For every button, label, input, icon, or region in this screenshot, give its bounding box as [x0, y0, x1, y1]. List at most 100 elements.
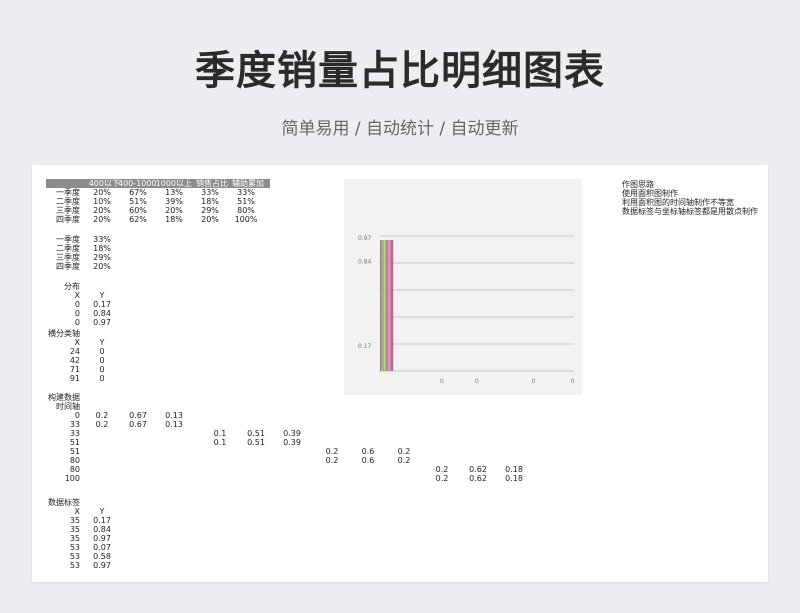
table-cell: 67%: [129, 188, 147, 197]
chart-y-tick-label: 0.84: [358, 259, 372, 266]
table-cell: 0.6: [361, 456, 375, 465]
table-cell: 0: [74, 318, 80, 327]
table-header-cell: 销售占比: [196, 179, 228, 188]
note-line: 使用面积图制作: [622, 189, 678, 198]
time-axis-cell: 0: [74, 411, 80, 420]
chart-area-segment: [385, 240, 387, 371]
time-axis-cell: 33: [69, 420, 80, 429]
table-cell: 0.13: [165, 420, 183, 429]
table-cell: 0.39: [283, 429, 301, 438]
area-chart[interactable]: 0.97 0.84 0.17 0 0 0 0: [344, 179, 582, 395]
table-cell: 13%: [165, 188, 183, 197]
note-line: 利用面积图的时间轴制作不等宽: [622, 198, 734, 207]
table-cell: 20%: [93, 262, 111, 271]
table-cell: 33%: [93, 235, 111, 244]
table-cell: 0.2: [397, 447, 411, 456]
table-cell: 0.39: [283, 438, 301, 447]
table-cell: 33%: [201, 188, 219, 197]
table-cell: 39%: [165, 197, 183, 206]
table-cell: 0.13: [165, 411, 183, 420]
table-cell: 0: [99, 365, 105, 374]
column-header: X: [74, 338, 80, 347]
note-line: 作图思路: [622, 180, 654, 189]
table-cell: 0.84: [93, 309, 111, 318]
table-cell: 0.2: [325, 447, 339, 456]
note-line: 数据标签与坐标轴标签都是用散点制作: [622, 207, 758, 216]
chart-area-segment: [380, 240, 382, 371]
table-cell: 0: [74, 300, 80, 309]
time-axis-cell: 80: [69, 465, 80, 474]
table-cell: 0.84: [93, 525, 111, 534]
time-axis-cell: 33: [69, 429, 80, 438]
table-cell: 53: [69, 543, 80, 552]
column-header: X: [74, 507, 80, 516]
section-title: 数据标签: [48, 498, 80, 507]
table-header-cell: 1000以上: [155, 179, 192, 188]
table-cell: 0.97: [93, 534, 111, 543]
table-cell: 0.1: [213, 438, 227, 447]
table-cell: 18%: [201, 197, 219, 206]
table-cell: 35: [69, 525, 80, 534]
table-cell: 0.97: [93, 318, 111, 327]
table-cell: 10%: [93, 197, 111, 206]
table-cell: 62%: [129, 215, 147, 224]
chart-x-tick-label: 0: [571, 378, 575, 385]
column-header: Y: [99, 291, 105, 300]
table-cell: 20%: [165, 206, 183, 215]
table-cell: 0.17: [93, 300, 111, 309]
time-axis-cell: 51: [69, 447, 80, 456]
table-cell: 0.67: [129, 411, 147, 420]
row-label: 二季度: [56, 197, 80, 206]
table-cell: 0.58: [93, 552, 111, 561]
table-cell: 71: [69, 365, 80, 374]
table-cell: 0.62: [469, 474, 487, 483]
spreadsheet-area: 400以下 400-1000 1000以上 销售占比 辅助累加 一季度 20% 67% 13% 3…: [32, 165, 768, 582]
chart-x-tick-label: 0: [475, 378, 479, 385]
time-axis-cell: 80: [69, 456, 80, 465]
row-label: 三季度: [56, 253, 80, 262]
chart-y-tick-label: 0.17: [358, 343, 372, 350]
table-cell: 29%: [93, 253, 111, 262]
page-subtitle: 简单易用 / 自动统计 / 自动更新: [281, 119, 519, 139]
table-cell: 51%: [129, 197, 147, 206]
chart-area-segment: [382, 240, 385, 371]
table-cell: 0.2: [95, 420, 109, 429]
table-cell: 91: [69, 374, 80, 383]
chart-area-segment: [387, 240, 390, 371]
row-label: 二季度: [56, 244, 80, 253]
row-label: 四季度: [56, 215, 80, 224]
row-label: 四季度: [56, 262, 80, 271]
chart-y-tick-label: 0.97: [358, 235, 372, 242]
table-cell: 20%: [93, 206, 111, 215]
row-label: 一季度: [56, 188, 80, 197]
table-cell: 29%: [201, 206, 219, 215]
table-cell: 0: [99, 356, 105, 365]
table-cell: 0.2: [325, 456, 339, 465]
table-cell: 20%: [93, 188, 111, 197]
chart-x-tick-label: 0: [532, 378, 536, 385]
chart-area-segment: [383, 240, 386, 371]
row-label: 一季度: [56, 235, 80, 244]
table-header-cell: 400以下: [88, 179, 120, 188]
table-cell: 0.51: [247, 438, 265, 447]
section-title: 分布: [64, 282, 80, 291]
column-header: Y: [99, 338, 105, 347]
table-cell: 35: [69, 516, 80, 525]
chart-area-segment: [381, 240, 383, 371]
table-header-cell: 400-1000: [118, 179, 157, 188]
table-cell: 20%: [93, 215, 111, 224]
table-cell: 53: [69, 561, 80, 570]
table-cell: 0.67: [129, 420, 147, 429]
time-axis-cell: 100: [64, 474, 80, 483]
table-cell: 0.07: [93, 543, 111, 552]
table-cell: 0.6: [361, 447, 375, 456]
table-header-cell: 辅助累加: [232, 179, 264, 188]
table-cell: 60%: [129, 206, 147, 215]
row-label: 三季度: [56, 206, 80, 215]
table-cell: 20%: [201, 215, 219, 224]
chart-area-segment: [386, 240, 388, 371]
chart-area-segment: [389, 240, 391, 371]
table-cell: 0.18: [505, 474, 523, 483]
section-title: 构建数据: [48, 393, 80, 402]
table-cell: 33%: [237, 188, 255, 197]
